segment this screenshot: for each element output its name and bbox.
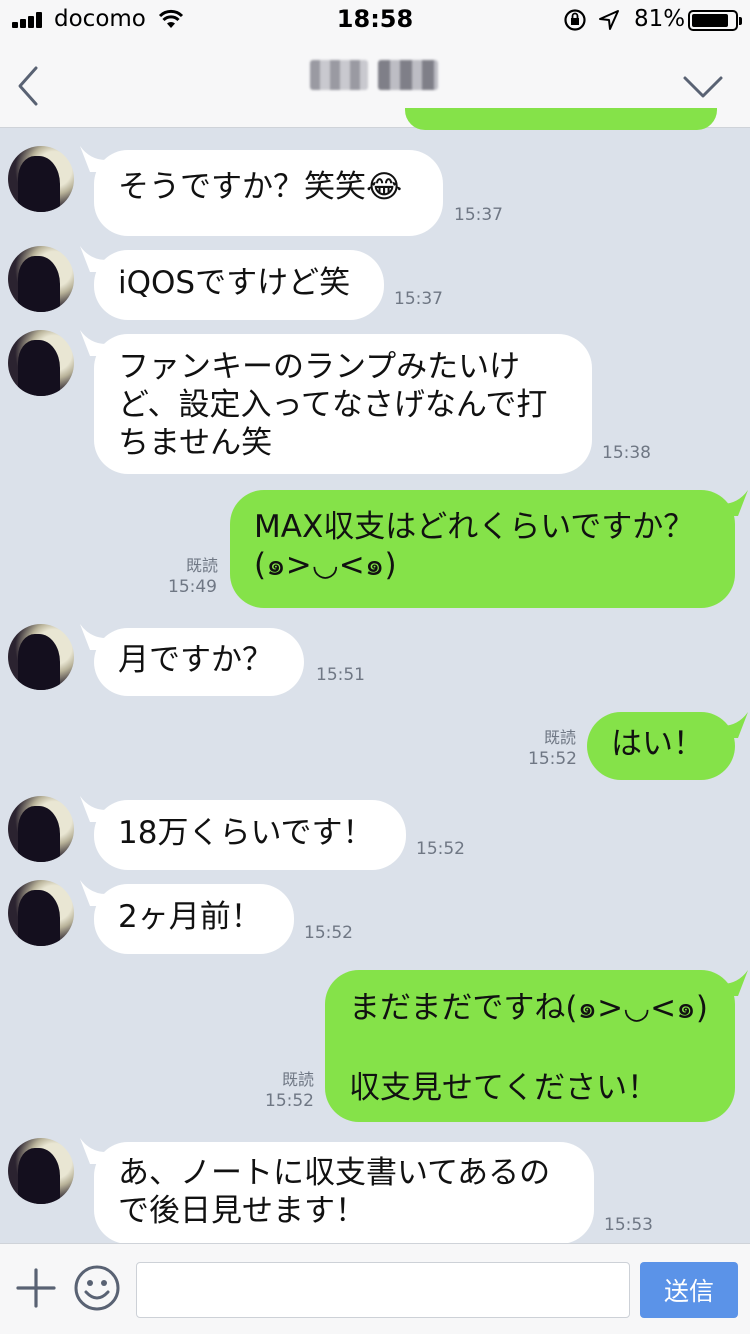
bubble-tail (722, 490, 748, 516)
message-bubble[interactable]: あ、ノートに収支書いてあるの で後日見せます！ (94, 1142, 594, 1244)
send-button[interactable]: 送信 (640, 1262, 738, 1318)
avatar[interactable] (8, 880, 74, 946)
read-receipt: 既読 (281, 1070, 314, 1089)
status-bar: docomo 18:58 81% (0, 0, 750, 40)
avatar[interactable] (8, 1138, 74, 1204)
bubble-tail (722, 712, 748, 738)
message-bubble[interactable]: 18万くらいです！ (94, 800, 406, 870)
message-time: 15:38 (602, 443, 651, 463)
emoji-smile-icon[interactable] (73, 1264, 121, 1312)
message-time: 15:53 (604, 1215, 653, 1235)
chat-title-blurred (300, 54, 460, 94)
message-bubble[interactable]: ファンキーのランプみたいけ ど、設定入ってなさげなんで打 ちません笑 (94, 334, 592, 474)
message-time: 15:49 (168, 577, 217, 597)
message-input-bar: 送信 (0, 1243, 750, 1334)
message-bubble[interactable]: はい！ (587, 712, 735, 780)
message-input[interactable] (136, 1262, 630, 1318)
message-time: 15:37 (454, 205, 503, 225)
avatar[interactable] (8, 330, 74, 396)
message-bubble[interactable]: そうですか？笑笑😂 (94, 150, 443, 236)
battery-percentage: 81% (634, 6, 686, 32)
avatar[interactable] (8, 624, 74, 690)
message-bubble[interactable]: まだまだですね(๑>◡<๑) 収支見せてください！ (325, 970, 735, 1122)
message-bubble[interactable]: 2ヶ月前！ (94, 884, 294, 954)
message-time: 15:52 (304, 923, 353, 943)
message-bubble[interactable]: iQOSですけど笑 (94, 250, 384, 320)
back-chevron-icon[interactable] (14, 64, 42, 108)
battery-icon (688, 10, 742, 31)
avatar[interactable] (8, 246, 74, 312)
read-receipt: 既読 (185, 556, 218, 575)
message-time: 15:52 (416, 839, 465, 859)
message-bubble[interactable]: MAX収支はどれくらいですか？ (๑>◡<๑) (230, 490, 735, 608)
bubble-tail (722, 970, 748, 996)
location-arrow-icon (599, 10, 619, 30)
message-time: 15:52 (265, 1091, 314, 1111)
message-time: 15:51 (316, 665, 365, 685)
avatar[interactable] (8, 796, 74, 862)
message-bubble[interactable]: 月ですか？ (94, 628, 304, 696)
read-receipt: 既読 (543, 728, 576, 747)
plus-icon[interactable] (16, 1268, 56, 1308)
message-time: 15:37 (394, 289, 443, 309)
previous-outgoing-bubble (405, 108, 717, 130)
chevron-down-icon[interactable] (682, 74, 724, 100)
avatar[interactable] (8, 146, 74, 212)
message-time: 15:52 (528, 749, 577, 769)
rotation-lock-icon (564, 9, 586, 31)
